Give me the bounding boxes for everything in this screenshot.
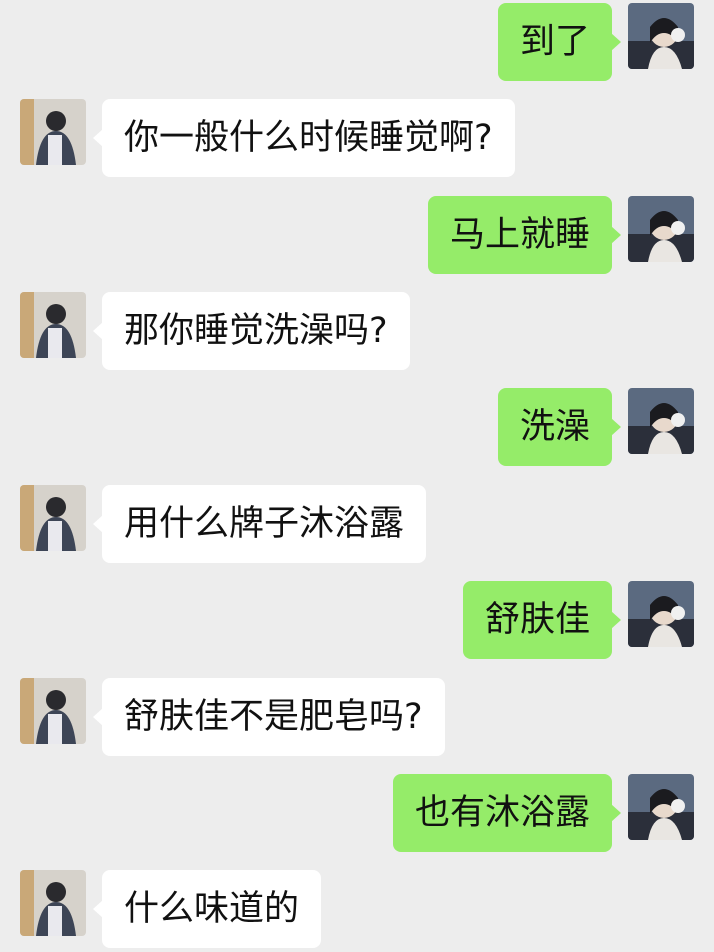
girl-avatar[interactable] (628, 388, 694, 454)
message-row: 那你睡觉洗澡吗? (0, 292, 714, 372)
sent-message-bubble[interactable]: 舒肤佳 (462, 581, 622, 659)
message-row: 用什么牌子沐浴露 (0, 485, 714, 565)
received-message-bubble[interactable]: 你一般什么时候睡觉啊? (93, 99, 515, 177)
boy-avatar[interactable] (20, 678, 86, 744)
sent-message-bubble[interactable]: 洗澡 (497, 388, 622, 466)
message-row: 舒肤佳不是肥皂吗? (0, 678, 714, 758)
message-row: 马上就睡 (0, 196, 714, 276)
sent-message-bubble[interactable]: 到了 (497, 3, 622, 81)
girl-avatar[interactable] (628, 196, 694, 262)
received-message-bubble[interactable]: 舒肤佳不是肥皂吗? (93, 678, 445, 756)
sent-message-bubble[interactable]: 也有沐浴露 (392, 774, 622, 852)
girl-avatar[interactable] (628, 774, 694, 840)
boy-avatar[interactable] (20, 292, 86, 358)
boy-avatar[interactable] (20, 870, 86, 936)
message-row: 也有沐浴露 (0, 774, 714, 854)
message-row: 你一般什么时候睡觉啊? (0, 99, 714, 179)
chat-message-list: 到了 你一般什么时候睡觉啊? 马上就睡 那你睡觉洗澡吗? 洗澡 用什么牌子沐浴露 (0, 0, 714, 952)
received-message-bubble[interactable]: 用什么牌子沐浴露 (92, 485, 427, 563)
received-message-bubble[interactable]: 什么味道的 (92, 870, 322, 948)
boy-avatar[interactable] (20, 99, 86, 165)
girl-avatar[interactable] (628, 581, 694, 647)
girl-avatar[interactable] (628, 3, 694, 69)
message-row: 洗澡 (0, 388, 714, 468)
boy-avatar[interactable] (20, 485, 86, 551)
message-row: 什么味道的 (0, 870, 714, 950)
message-row: 舒肤佳 (0, 581, 714, 661)
sent-message-bubble[interactable]: 马上就睡 (427, 196, 622, 274)
message-row: 到了 (0, 3, 714, 83)
received-message-bubble[interactable]: 那你睡觉洗澡吗? (93, 292, 410, 370)
